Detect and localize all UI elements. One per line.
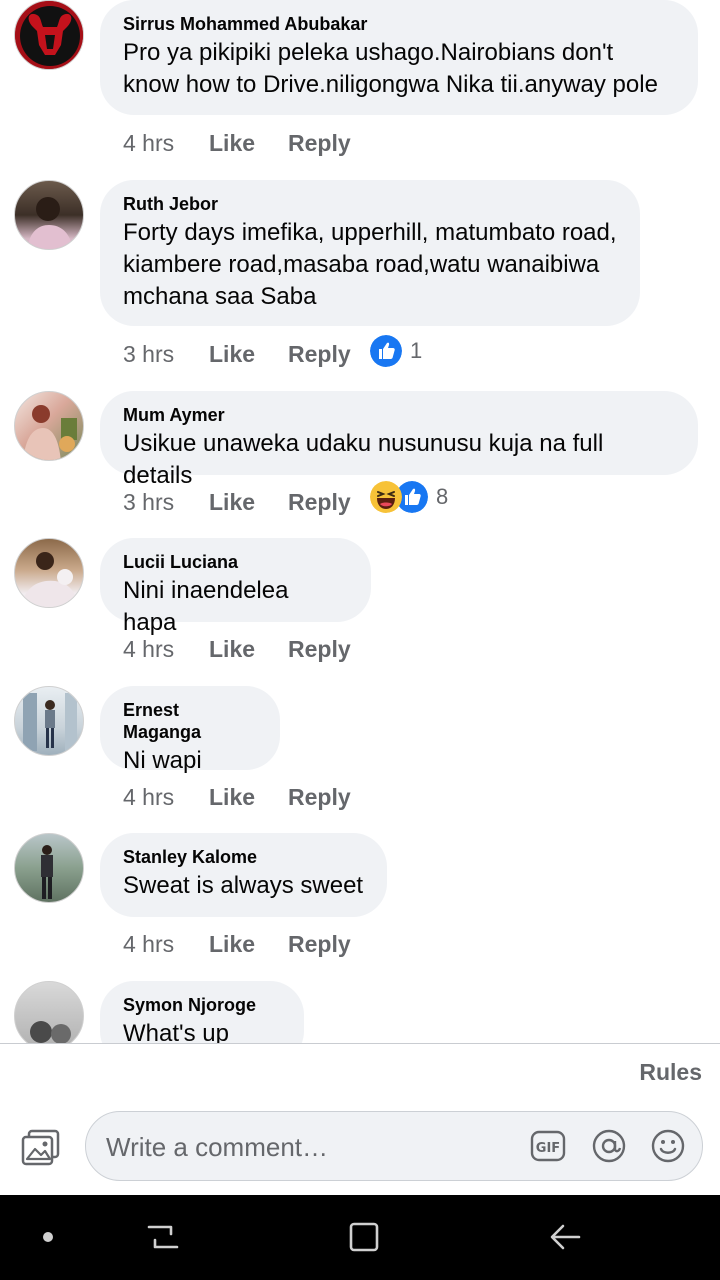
comment-bubble[interactable]: Mum Aymer Usikue unaweka udaku nusunusu … [100, 391, 698, 489]
comment-text: Ni wapi [123, 747, 202, 774]
rules-link[interactable]: Rules [639, 1059, 702, 1086]
comment-author[interactable]: Ernest Maganga [123, 699, 257, 743]
comment-time: 4 hrs [123, 130, 175, 156]
reply-button[interactable]: Reply [288, 928, 351, 960]
reply-button[interactable]: Reply [288, 633, 351, 665]
reaction-count: 8 [436, 484, 449, 509]
overview-icon[interactable] [343, 1217, 383, 1257]
emoji-icon[interactable] [650, 1128, 686, 1164]
like-button[interactable]: Like [209, 338, 255, 370]
person-photo-icon [41, 845, 53, 899]
comment-author[interactable]: Ruth Jebor [123, 193, 617, 215]
comment-text: Forty days imefika, upperhill, matumbato… [123, 219, 617, 310]
reply-button[interactable]: Reply [288, 338, 351, 370]
android-navigation-bar [0, 1195, 720, 1280]
comment-bubble[interactable]: Ruth Jebor Forty days imefika, upperhill… [100, 180, 640, 326]
comment-bubble[interactable]: Ernest Maganga Ni wapi [100, 686, 280, 774]
svg-text:GIF: GIF [536, 1141, 560, 1156]
comment-author[interactable]: Stanley Kalome [123, 846, 364, 868]
comment-bubble[interactable]: Stanley Kalome Sweat is always sweet [100, 833, 387, 917]
avatar[interactable] [14, 981, 84, 1043]
comment-bubble[interactable]: Symon Njoroge What's up here [100, 981, 304, 1043]
photo-icon[interactable] [20, 1127, 62, 1169]
gif-icon[interactable]: GIF [530, 1128, 566, 1164]
avatar[interactable] [14, 538, 84, 608]
comment-input-box[interactable]: GIF [85, 1111, 703, 1182]
comment-text: What's up here [123, 1020, 229, 1043]
home-dot-icon[interactable] [28, 1217, 68, 1257]
like-button[interactable]: Like [209, 486, 255, 518]
avatar[interactable] [14, 391, 84, 461]
comment-text: Sweat is always sweet [123, 872, 364, 899]
comment-author[interactable]: Mum Aymer [123, 404, 675, 426]
reactions-summary[interactable]: 1 [370, 335, 430, 369]
comment-composer: GIF [0, 1107, 720, 1195]
reply-button[interactable]: Reply [288, 486, 351, 518]
comment-time: 4 hrs [123, 636, 175, 662]
reply-button[interactable]: Reply [288, 127, 351, 159]
like-button[interactable]: Like [209, 633, 255, 665]
like-reaction-icon [370, 335, 402, 367]
person-photo-icon [23, 405, 77, 460]
back-icon[interactable] [545, 1217, 585, 1257]
comment-input[interactable] [104, 1112, 528, 1182]
comment-time: 3 hrs [123, 489, 175, 515]
person-photo-icon [27, 197, 73, 249]
comment-text: Nini inaendelea hapa [123, 577, 289, 636]
like-button[interactable]: Like [209, 127, 255, 159]
comment-author[interactable]: Lucii Luciana [123, 551, 348, 573]
comment-bubble[interactable]: Sirrus Mohammed Abubakar Pro ya pikipiki… [100, 0, 698, 115]
at-mention-icon[interactable] [591, 1128, 627, 1164]
comment-time: 4 hrs [123, 784, 175, 810]
comment-author[interactable]: Symon Njoroge [123, 994, 281, 1016]
person-photo-icon [30, 1021, 71, 1043]
avatar[interactable] [14, 180, 84, 250]
person-photo-icon [23, 693, 77, 751]
recents-icon[interactable] [143, 1217, 183, 1257]
reply-button[interactable]: Reply [288, 781, 351, 813]
avatar[interactable] [14, 686, 84, 756]
comment-time: 3 hrs [123, 341, 175, 367]
comment-author[interactable]: Sirrus Mohammed Abubakar [123, 13, 675, 35]
rules-bar: Rules [0, 1043, 720, 1108]
comments-feed[interactable]: Sirrus Mohammed Abubakar Pro ya pikipiki… [0, 0, 720, 1043]
reaction-count: 1 [410, 338, 423, 363]
reactions-summary[interactable]: 8 [370, 481, 460, 515]
like-button[interactable]: Like [209, 781, 255, 813]
avatar[interactable] [14, 0, 84, 70]
comment-bubble[interactable]: Lucii Luciana Nini inaendelea hapa [100, 538, 371, 636]
person-photo-icon [21, 552, 79, 607]
avatar[interactable] [14, 833, 84, 903]
comment-text: Pro ya pikipiki peleka ushago.Nairobians… [123, 39, 658, 98]
ram-logo-icon [15, 1, 83, 69]
haha-reaction-icon [370, 481, 402, 513]
comment-time: 4 hrs [123, 931, 175, 957]
like-button[interactable]: Like [209, 928, 255, 960]
